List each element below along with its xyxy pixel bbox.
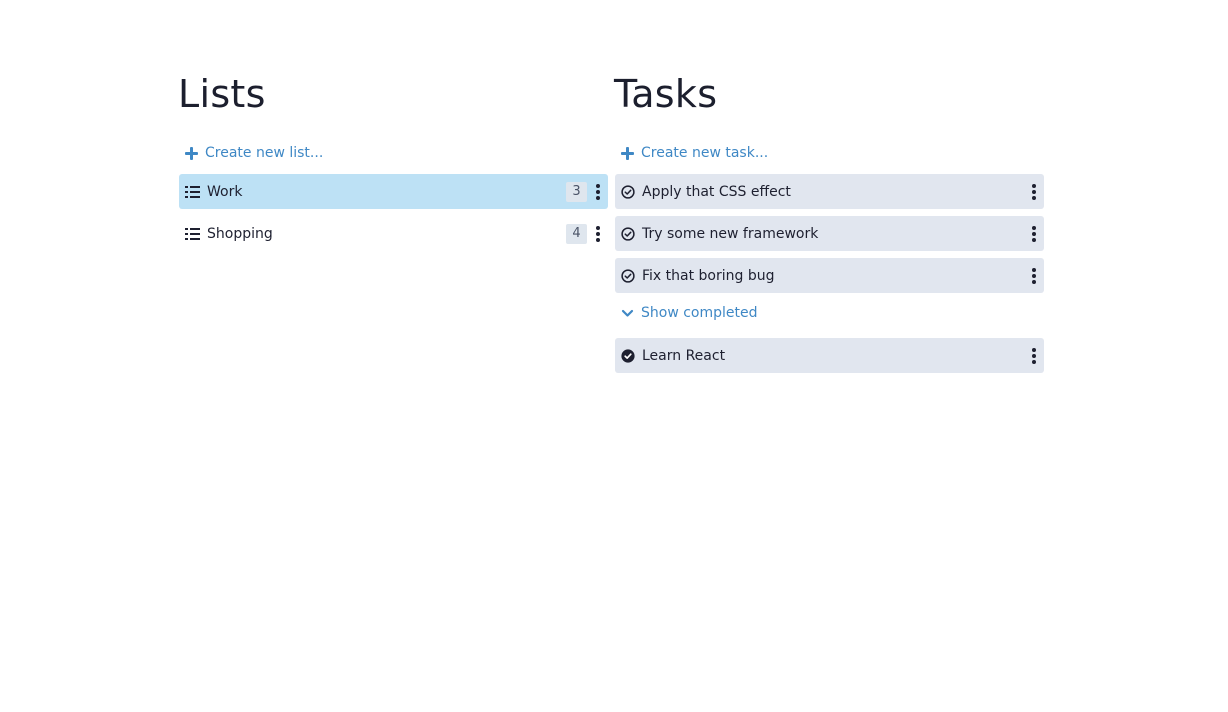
task-item-label: Try some new framework — [642, 225, 819, 242]
task-item-label: Learn React — [642, 347, 726, 364]
circle-check-outline-icon[interactable] — [621, 268, 635, 283]
circle-check-filled-icon[interactable] — [621, 348, 635, 363]
show-completed-toggle[interactable]: Show completed — [615, 300, 1044, 326]
circle-check-outline-icon[interactable] — [621, 226, 635, 241]
list-icon — [185, 185, 200, 198]
more-vertical-icon[interactable] — [1027, 181, 1041, 203]
more-vertical-icon[interactable] — [591, 223, 605, 245]
more-vertical-icon[interactable] — [1027, 265, 1041, 287]
create-task-button[interactable]: Create new task... — [615, 140, 1044, 166]
more-vertical-icon[interactable] — [591, 181, 605, 203]
circle-check-outline-icon[interactable] — [621, 184, 635, 199]
list-item-count: 3 — [566, 181, 587, 202]
create-list-button[interactable]: Create new list... — [179, 140, 608, 166]
list-item-work[interactable]: Work 3 — [179, 174, 608, 209]
todo-app: Lists Create new list... Work 3 Shopping… — [178, 70, 1045, 400]
task-item-label: Fix that boring bug — [642, 267, 775, 284]
create-task-label: Create new task... — [641, 145, 769, 161]
create-list-label: Create new list... — [205, 145, 324, 161]
list-item-label: Shopping — [207, 225, 273, 242]
tasks-title: Tasks — [614, 72, 718, 116]
show-completed-label: Show completed — [641, 305, 758, 321]
tasks-panel: Tasks Create new task... Apply that CSS … — [614, 70, 1044, 380]
list-item-shopping[interactable]: Shopping 4 — [179, 216, 608, 251]
lists-panel: Lists Create new list... Work 3 Shopping… — [178, 70, 608, 258]
task-item[interactable]: Fix that boring bug — [615, 258, 1044, 293]
list-item-label: Work — [207, 183, 243, 200]
list-icon — [185, 227, 200, 240]
plus-icon — [621, 146, 634, 160]
list-item-count: 4 — [566, 223, 587, 244]
task-item[interactable]: Apply that CSS effect — [615, 174, 1044, 209]
task-item-label: Apply that CSS effect — [642, 183, 791, 200]
completed-task-item[interactable]: Learn React — [615, 338, 1044, 373]
plus-icon — [185, 146, 198, 160]
chevron-down-icon — [621, 309, 634, 317]
more-vertical-icon[interactable] — [1027, 345, 1041, 367]
more-vertical-icon[interactable] — [1027, 223, 1041, 245]
task-item[interactable]: Try some new framework — [615, 216, 1044, 251]
lists-title: Lists — [178, 72, 266, 116]
